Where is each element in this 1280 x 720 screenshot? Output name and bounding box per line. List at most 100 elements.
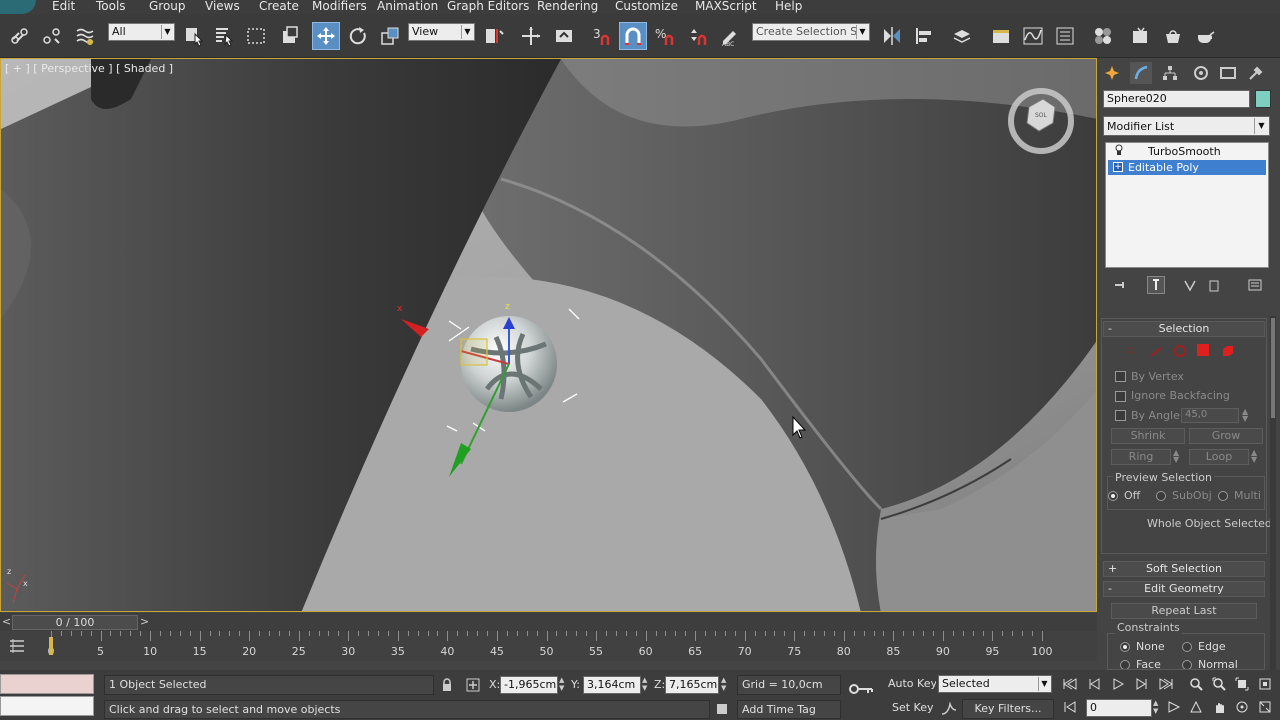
named-selection-set-dropdown[interactable]: Create Selection Se ▼: [752, 23, 870, 41]
select-move-icon[interactable]: [312, 22, 340, 50]
loop-spinner-icon[interactable]: ▲ ▼: [1251, 449, 1257, 464]
viewport-pov-label[interactable]: [ Perspective ]: [33, 62, 112, 75]
link-icon[interactable]: [6, 22, 34, 50]
menu-modifiers[interactable]: Modifiers: [312, 0, 367, 13]
curve-editor-icon[interactable]: [1019, 22, 1047, 50]
zoom-extents-icon[interactable]: [1232, 675, 1252, 693]
configure-sets-icon[interactable]: [1248, 278, 1262, 295]
modify-tab-icon[interactable]: [1130, 62, 1152, 84]
menu-views[interactable]: Views: [205, 0, 240, 13]
edit-named-sets-icon[interactable]: ABC: [716, 22, 744, 50]
create-tab-icon[interactable]: [1101, 62, 1123, 84]
menu-tools[interactable]: Tools: [96, 0, 126, 13]
schematic-view-icon[interactable]: [1051, 22, 1079, 50]
shrink-button[interactable]: Shrink: [1111, 428, 1185, 444]
preview-subobj-radio[interactable]: [1156, 491, 1166, 501]
by-angle-spinner[interactable]: 45,0: [1181, 408, 1239, 423]
panel-scrollbar[interactable]: [1270, 316, 1276, 670]
ring-spinner-icon[interactable]: ▲ ▼: [1173, 449, 1179, 464]
maxscript-listener-mini[interactable]: [0, 674, 94, 694]
viewport-shading-label[interactable]: [ Shaded ]: [116, 62, 173, 75]
time-slider-next-button[interactable]: >: [140, 615, 152, 628]
menu-rendering[interactable]: Rendering: [537, 0, 598, 13]
remove-modifier-icon[interactable]: [1207, 278, 1221, 295]
set-key-key-icon[interactable]: [848, 682, 874, 699]
border-level-icon[interactable]: [1173, 344, 1187, 361]
lightbulb-icon[interactable]: [1114, 144, 1124, 160]
selection-lock-icon[interactable]: [441, 678, 453, 695]
spinner-snap-icon[interactable]: [684, 22, 712, 50]
go-to-start-icon[interactable]: [1060, 675, 1080, 693]
frame-spinner-icon[interactable]: ▲ ▼: [1153, 699, 1158, 715]
layer-manager-icon[interactable]: [948, 22, 976, 50]
stack-item-turbosmooth[interactable]: TurboSmooth: [1108, 144, 1266, 159]
orbit-icon[interactable]: [1232, 698, 1252, 716]
current-frame-field[interactable]: 0: [1086, 699, 1152, 717]
viewport-menu-label[interactable]: [ + ]: [5, 62, 30, 75]
constraint-face-radio[interactable]: [1120, 660, 1130, 669]
key-curve-icon[interactable]: [941, 701, 957, 719]
panel-scrollbar-thumb[interactable]: [1271, 318, 1275, 418]
maximize-viewport-icon[interactable]: [1255, 698, 1275, 716]
select-object-icon[interactable]: [180, 22, 208, 50]
x-coord-field[interactable]: -1,965cm: [500, 676, 558, 694]
unlink-icon[interactable]: [38, 22, 66, 50]
play-icon[interactable]: [1108, 675, 1128, 693]
expand-plus-icon[interactable]: +: [1113, 162, 1123, 172]
manipulate-icon[interactable]: [517, 22, 545, 50]
render-setup-icon[interactable]: [1127, 22, 1155, 50]
maxscript-input-mini[interactable]: [0, 696, 94, 716]
element-level-icon[interactable]: [1221, 344, 1235, 361]
ref-coord-dropdown[interactable]: View ▼: [408, 23, 475, 41]
ring-button[interactable]: Ring: [1111, 449, 1171, 465]
selection-rollout-header[interactable]: - Selection: [1103, 321, 1265, 337]
grow-button[interactable]: Grow: [1189, 428, 1263, 444]
z-coord-field[interactable]: 7,165cm: [665, 676, 719, 694]
z-spinner-icon[interactable]: ▲ ▼: [721, 676, 726, 692]
edit-geometry-rollout-header[interactable]: - Edit Geometry: [1103, 581, 1265, 597]
select-by-name-icon[interactable]: [210, 22, 238, 50]
select-rotate-icon[interactable]: [344, 22, 372, 50]
time-configuration-icon[interactable]: [1164, 698, 1184, 716]
menu-maxscript[interactable]: MAXScript: [695, 0, 757, 13]
stack-item-editable-poly[interactable]: + Editable Poly: [1108, 160, 1266, 175]
app-logo[interactable]: [0, 0, 36, 14]
x-spinner-icon[interactable]: ▲ ▼: [559, 676, 564, 692]
key-filters-button[interactable]: Key Filters...: [962, 699, 1054, 719]
time-tag-icon[interactable]: [716, 703, 728, 718]
mirror-icon[interactable]: [878, 22, 906, 50]
add-time-tag-button[interactable]: Add Time Tag: [737, 700, 841, 719]
edge-level-icon[interactable]: [1149, 344, 1163, 361]
menu-animation[interactable]: Animation: [377, 0, 438, 13]
select-scale-icon[interactable]: [376, 22, 404, 50]
zoom-extents-all-icon[interactable]: [1255, 675, 1275, 693]
spinner-arrows-icon[interactable]: ▲ ▼: [1242, 408, 1248, 423]
show-end-result-icon[interactable]: [1147, 276, 1165, 294]
time-slider-prev-button[interactable]: <: [2, 615, 12, 628]
keyboard-shortcut-icon[interactable]: [550, 22, 578, 50]
time-slider-thumb[interactable]: 0 / 100: [12, 615, 138, 630]
utilities-tab-icon[interactable]: [1245, 62, 1267, 84]
modifier-list-dropdown[interactable]: Modifier List ▼: [1103, 116, 1270, 136]
object-color-swatch[interactable]: [1255, 90, 1271, 108]
loop-button[interactable]: Loop: [1189, 449, 1249, 465]
material-editor-icon[interactable]: [1089, 22, 1117, 50]
pin-stack-icon[interactable]: [1113, 278, 1127, 295]
object-name-field[interactable]: Sphere020: [1103, 90, 1250, 108]
key-mode-toggle-icon[interactable]: [1060, 698, 1080, 716]
key-mode-dropdown[interactable]: Selected ▼: [938, 675, 1052, 693]
mini-curve-editor-icon[interactable]: [8, 637, 26, 658]
menu-create[interactable]: Create: [259, 0, 299, 13]
zoom-icon[interactable]: [1186, 675, 1206, 693]
previous-frame-icon[interactable]: [1085, 675, 1105, 693]
menu-help[interactable]: Help: [775, 0, 802, 13]
make-unique-icon[interactable]: [1183, 278, 1197, 295]
menu-edit[interactable]: Edit: [52, 0, 75, 13]
constraint-edge-radio[interactable]: [1182, 642, 1192, 652]
y-coord-field[interactable]: 3,164cm: [583, 676, 641, 694]
preview-off-radio[interactable]: [1108, 491, 1118, 501]
snaps-3d-icon[interactable]: 3: [588, 22, 616, 50]
rect-region-icon[interactable]: [242, 22, 270, 50]
soft-selection-rollout-header[interactable]: + Soft Selection: [1103, 561, 1265, 577]
menu-graph-editors[interactable]: Graph Editors: [447, 0, 529, 13]
